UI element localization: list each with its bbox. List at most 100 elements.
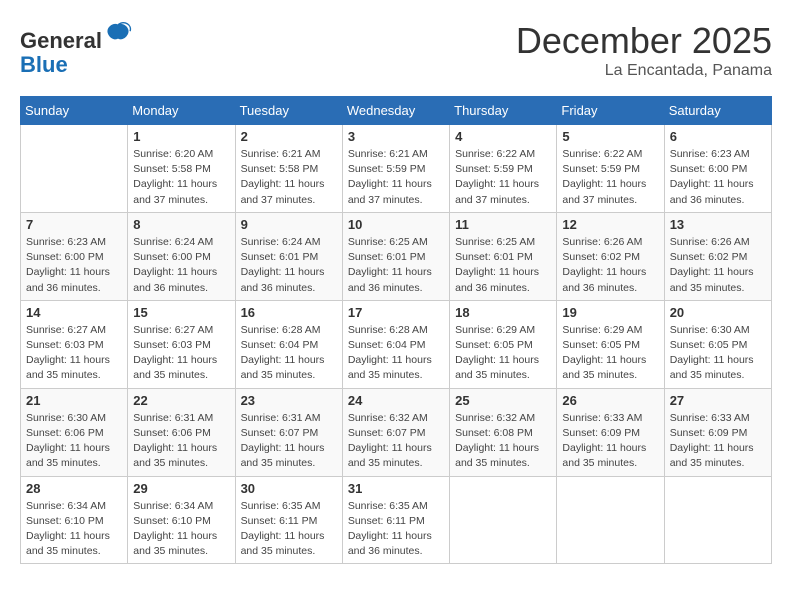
day-info: Sunrise: 6:21 AMSunset: 5:59 PMDaylight:… xyxy=(348,147,444,208)
calendar-day-cell: 16 Sunrise: 6:28 AMSunset: 6:04 PMDayligh… xyxy=(235,300,342,388)
calendar-day-cell: 31 Sunrise: 6:35 AMSunset: 6:11 PMDayligh… xyxy=(342,476,449,564)
day-number: 31 xyxy=(348,481,444,496)
day-number: 5 xyxy=(562,129,658,144)
calendar-day-cell: 18 Sunrise: 6:29 AMSunset: 6:05 PMDayligh… xyxy=(450,300,557,388)
day-of-week-header: Monday xyxy=(128,97,235,125)
calendar-day-cell: 29 Sunrise: 6:34 AMSunset: 6:10 PMDayligh… xyxy=(128,476,235,564)
calendar-week-row: 14 Sunrise: 6:27 AMSunset: 6:03 PMDayligh… xyxy=(21,300,772,388)
calendar-day-cell: 17 Sunrise: 6:28 AMSunset: 6:04 PMDayligh… xyxy=(342,300,449,388)
calendar-day-cell: 20 Sunrise: 6:30 AMSunset: 6:05 PMDayligh… xyxy=(664,300,771,388)
day-number: 4 xyxy=(455,129,551,144)
day-number: 11 xyxy=(455,217,551,232)
calendar-week-row: 21Sunrise: 6:30 AMSunset: 6:06 PMDayligh… xyxy=(21,388,772,476)
day-info: Sunrise: 6:34 AMSunset: 6:10 PMDaylight:… xyxy=(26,499,122,560)
day-number: 13 xyxy=(670,217,766,232)
calendar-day-cell: 4 Sunrise: 6:22 AMSunset: 5:59 PMDaylight… xyxy=(450,125,557,213)
day-info: Sunrise: 6:35 AMSunset: 6:11 PMDaylight:… xyxy=(348,499,444,560)
calendar-day-cell: 15Sunrise: 6:27 AMSunset: 6:03 PMDayligh… xyxy=(128,300,235,388)
month-title: December 2025 xyxy=(516,20,772,62)
day-info: Sunrise: 6:23 AMSunset: 6:00 PMDaylight:… xyxy=(670,147,766,208)
day-number: 30 xyxy=(241,481,337,496)
logo-blue: Blue xyxy=(20,53,68,77)
calendar-day-cell: 24 Sunrise: 6:32 AMSunset: 6:07 PMDayligh… xyxy=(342,388,449,476)
day-info: Sunrise: 6:24 AMSunset: 6:01 PMDaylight:… xyxy=(241,235,337,296)
day-info: Sunrise: 6:21 AMSunset: 5:58 PMDaylight:… xyxy=(241,147,337,208)
day-number: 16 xyxy=(241,305,337,320)
calendar-day-cell xyxy=(557,476,664,564)
day-of-week-header: Wednesday xyxy=(342,97,449,125)
day-info: Sunrise: 6:33 AMSunset: 6:09 PMDaylight:… xyxy=(670,411,766,472)
day-of-week-header: Thursday xyxy=(450,97,557,125)
calendar-day-cell: 28 Sunrise: 6:34 AMSunset: 6:10 PMDayligh… xyxy=(21,476,128,564)
calendar-day-cell: 1 Sunrise: 6:20 AMSunset: 5:58 PMDaylight… xyxy=(128,125,235,213)
day-number: 20 xyxy=(670,305,766,320)
calendar-day-cell: 10 Sunrise: 6:25 AMSunset: 6:01 PMDayligh… xyxy=(342,212,449,300)
day-number: 3 xyxy=(348,129,444,144)
day-number: 12 xyxy=(562,217,658,232)
calendar-day-cell: 7 Sunrise: 6:23 AMSunset: 6:00 PMDaylight… xyxy=(21,212,128,300)
day-info: Sunrise: 6:23 AMSunset: 6:00 PMDaylight:… xyxy=(26,235,122,296)
day-info: Sunrise: 6:22 AMSunset: 5:59 PMDaylight:… xyxy=(455,147,551,208)
logo-general: General xyxy=(20,28,102,53)
day-info: Sunrise: 6:25 AMSunset: 6:01 PMDaylight:… xyxy=(455,235,551,296)
day-info: Sunrise: 6:30 AMSunset: 6:05 PMDaylight:… xyxy=(670,323,766,384)
day-info: Sunrise: 6:34 AMSunset: 6:10 PMDaylight:… xyxy=(133,499,229,560)
calendar-day-cell: 30Sunrise: 6:35 AMSunset: 6:11 PMDayligh… xyxy=(235,476,342,564)
day-info: Sunrise: 6:26 AMSunset: 6:02 PMDaylight:… xyxy=(562,235,658,296)
calendar-day-cell xyxy=(664,476,771,564)
day-number: 19 xyxy=(562,305,658,320)
day-number: 23 xyxy=(241,393,337,408)
calendar-day-cell: 25Sunrise: 6:32 AMSunset: 6:08 PMDayligh… xyxy=(450,388,557,476)
day-number: 10 xyxy=(348,217,444,232)
day-info: Sunrise: 6:24 AMSunset: 6:00 PMDaylight:… xyxy=(133,235,229,296)
day-number: 17 xyxy=(348,305,444,320)
calendar-day-cell: 12 Sunrise: 6:26 AMSunset: 6:02 PMDayligh… xyxy=(557,212,664,300)
day-number: 26 xyxy=(562,393,658,408)
day-info: Sunrise: 6:31 AMSunset: 6:06 PMDaylight:… xyxy=(133,411,229,472)
day-info: Sunrise: 6:29 AMSunset: 6:05 PMDaylight:… xyxy=(455,323,551,384)
day-number: 2 xyxy=(241,129,337,144)
day-number: 1 xyxy=(133,129,229,144)
day-info: Sunrise: 6:27 AMSunset: 6:03 PMDaylight:… xyxy=(26,323,122,384)
day-number: 14 xyxy=(26,305,122,320)
day-of-week-header: Saturday xyxy=(664,97,771,125)
calendar-day-cell: 13 Sunrise: 6:26 AMSunset: 6:02 PMDayligh… xyxy=(664,212,771,300)
day-info: Sunrise: 6:28 AMSunset: 6:04 PMDaylight:… xyxy=(348,323,444,384)
day-info: Sunrise: 6:32 AMSunset: 6:07 PMDaylight:… xyxy=(348,411,444,472)
calendar-day-cell: 3 Sunrise: 6:21 AMSunset: 5:59 PMDaylight… xyxy=(342,125,449,213)
day-number: 7 xyxy=(26,217,122,232)
calendar-day-cell xyxy=(450,476,557,564)
day-info: Sunrise: 6:25 AMSunset: 6:01 PMDaylight:… xyxy=(348,235,444,296)
day-of-week-header: Friday xyxy=(557,97,664,125)
logo-bird-icon xyxy=(104,20,132,48)
day-info: Sunrise: 6:31 AMSunset: 6:07 PMDaylight:… xyxy=(241,411,337,472)
day-of-week-header: Tuesday xyxy=(235,97,342,125)
calendar-day-cell: 26 Sunrise: 6:33 AMSunset: 6:09 PMDayligh… xyxy=(557,388,664,476)
calendar-day-cell: 19 Sunrise: 6:29 AMSunset: 6:05 PMDayligh… xyxy=(557,300,664,388)
calendar-header-row: SundayMondayTuesdayWednesdayThursdayFrid… xyxy=(21,97,772,125)
day-number: 29 xyxy=(133,481,229,496)
day-number: 27 xyxy=(670,393,766,408)
day-number: 24 xyxy=(348,393,444,408)
day-info: Sunrise: 6:26 AMSunset: 6:02 PMDaylight:… xyxy=(670,235,766,296)
day-number: 8 xyxy=(133,217,229,232)
day-info: Sunrise: 6:28 AMSunset: 6:04 PMDaylight:… xyxy=(241,323,337,384)
day-number: 18 xyxy=(455,305,551,320)
calendar-day-cell: 23 Sunrise: 6:31 AMSunset: 6:07 PMDayligh… xyxy=(235,388,342,476)
calendar-week-row: 1 Sunrise: 6:20 AMSunset: 5:58 PMDaylight… xyxy=(21,125,772,213)
day-number: 28 xyxy=(26,481,122,496)
calendar-week-row: 28 Sunrise: 6:34 AMSunset: 6:10 PMDayligh… xyxy=(21,476,772,564)
day-info: Sunrise: 6:33 AMSunset: 6:09 PMDaylight:… xyxy=(562,411,658,472)
day-number: 25 xyxy=(455,393,551,408)
day-info: Sunrise: 6:29 AMSunset: 6:05 PMDaylight:… xyxy=(562,323,658,384)
calendar-day-cell: 9 Sunrise: 6:24 AMSunset: 6:01 PMDaylight… xyxy=(235,212,342,300)
calendar-table: SundayMondayTuesdayWednesdayThursdayFrid… xyxy=(20,96,772,564)
calendar-day-cell: 22Sunrise: 6:31 AMSunset: 6:06 PMDayligh… xyxy=(128,388,235,476)
calendar-day-cell: 8 Sunrise: 6:24 AMSunset: 6:00 PMDaylight… xyxy=(128,212,235,300)
calendar-week-row: 7 Sunrise: 6:23 AMSunset: 6:00 PMDaylight… xyxy=(21,212,772,300)
calendar-day-cell xyxy=(21,125,128,213)
day-number: 9 xyxy=(241,217,337,232)
day-info: Sunrise: 6:27 AMSunset: 6:03 PMDaylight:… xyxy=(133,323,229,384)
day-number: 21 xyxy=(26,393,122,408)
day-info: Sunrise: 6:20 AMSunset: 5:58 PMDaylight:… xyxy=(133,147,229,208)
